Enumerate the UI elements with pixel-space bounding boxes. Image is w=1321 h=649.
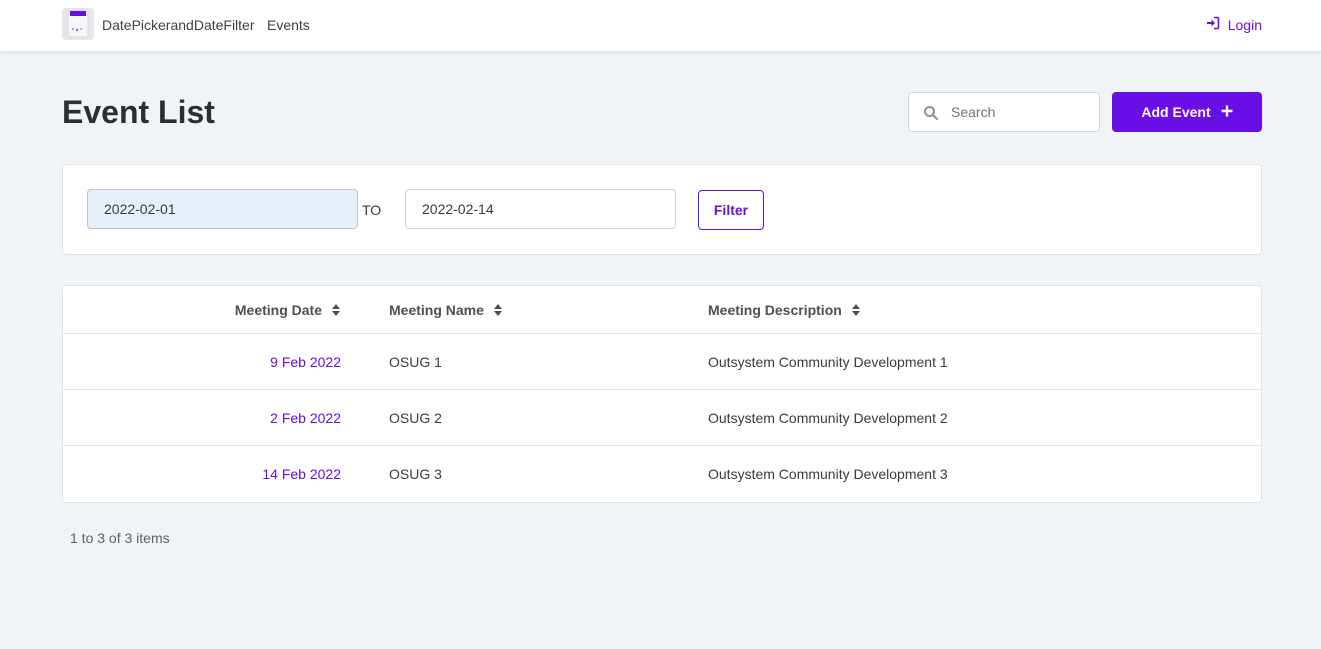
pagination-counter: 1 to 3 of 3 items [70, 530, 170, 546]
app-name[interactable]: DatePickerandDateFilter [102, 17, 255, 33]
meeting-date-link[interactable]: 2 Feb 2022 [270, 410, 341, 426]
search-input[interactable] [949, 93, 1095, 131]
date-filter-card: TO Filter [62, 164, 1262, 255]
nav-link-events[interactable]: Events [267, 17, 310, 33]
meeting-date-link[interactable]: 9 Feb 2022 [270, 354, 341, 370]
column-header-meeting-description[interactable]: Meeting Description [708, 302, 860, 318]
date-to-input[interactable] [405, 189, 676, 229]
app-logo-icon[interactable] [62, 8, 94, 40]
sort-icon [332, 304, 340, 316]
add-event-button[interactable]: Add Event [1112, 92, 1262, 132]
meeting-date-link[interactable]: 14 Feb 2022 [262, 466, 341, 482]
search-icon [923, 105, 939, 121]
sort-icon [851, 304, 860, 316]
meeting-name-cell: OSUG 2 [389, 410, 442, 426]
column-header-meeting-date[interactable]: Meeting Date [235, 302, 340, 318]
add-event-label: Add Event [1141, 104, 1211, 120]
column-header-meeting-name[interactable]: Meeting Name [389, 302, 502, 318]
page-title: Event List [62, 94, 215, 130]
meeting-name-cell: OSUG 1 [389, 354, 442, 370]
date-from-input[interactable] [87, 189, 358, 229]
login-label: Login [1227, 16, 1262, 33]
sort-icon [493, 304, 502, 316]
date-range-to-label: TO [362, 202, 382, 218]
table-row: 2 Feb 2022 OSUG 2 Outsystem Community De… [63, 390, 1261, 446]
login-link[interactable]: Login [1206, 16, 1262, 33]
meeting-description-cell: Outsystem Community Development 3 [708, 466, 948, 482]
meeting-description-cell: Outsystem Community Development 2 [708, 410, 948, 426]
sign-in-icon [1206, 16, 1220, 33]
meeting-description-cell: Outsystem Community Development 1 [708, 354, 948, 370]
events-table: Meeting Date Meeting Name Meeting Descri… [62, 285, 1262, 503]
filter-button[interactable]: Filter [698, 190, 764, 230]
column-header-label: Meeting Date [234, 302, 322, 318]
column-header-label: Meeting Name [389, 302, 484, 318]
column-header-label: Meeting Description [708, 302, 842, 318]
table-row: 9 Feb 2022 OSUG 1 Outsystem Community De… [63, 334, 1261, 390]
search-box[interactable] [908, 92, 1100, 132]
top-navigation-bar: DatePickerandDateFilter Events Login [0, 0, 1321, 52]
plus-icon [1221, 104, 1233, 120]
table-header: Meeting Date Meeting Name Meeting Descri… [63, 286, 1261, 334]
table-row: 14 Feb 2022 OSUG 3 Outsystem Community D… [63, 446, 1261, 502]
meeting-name-cell: OSUG 3 [389, 466, 442, 482]
